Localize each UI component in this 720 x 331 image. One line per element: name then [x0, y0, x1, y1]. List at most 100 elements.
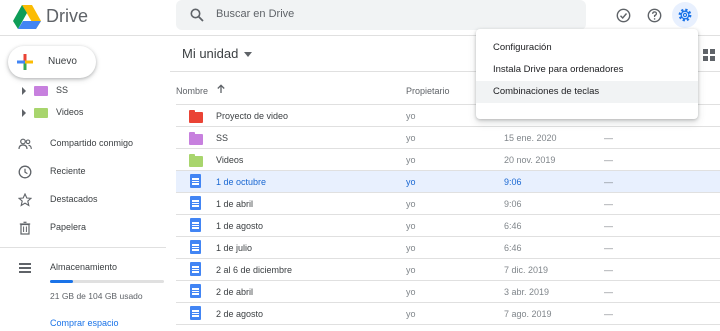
menu-item-install-drive[interactable]: Instala Drive para ordenadores	[476, 59, 698, 81]
grid-view-icon[interactable]	[702, 48, 716, 62]
file-modified: 7 dic. 2019	[504, 265, 549, 275]
file-name: 2 de agosto	[216, 309, 264, 319]
sidebar-item-label: Destacados	[50, 194, 98, 204]
file-owner: yo	[406, 155, 416, 165]
file-modified: 20 nov. 2019	[504, 155, 556, 165]
drive-logo-icon[interactable]	[12, 4, 42, 30]
offline-button[interactable]	[611, 3, 635, 27]
file-name: Proyecto de video	[216, 111, 289, 121]
sidebar-divider	[0, 247, 166, 248]
star-icon	[18, 193, 32, 207]
search-input[interactable]	[216, 8, 516, 20]
sort-up-arrow-icon[interactable]	[216, 84, 226, 94]
doc-icon	[190, 218, 201, 232]
folder-icon	[189, 110, 203, 123]
doc-icon	[190, 174, 201, 188]
sidebar-item-recent[interactable]: Reciente	[0, 161, 166, 183]
sidebar-item-starred[interactable]: Destacados	[0, 189, 166, 211]
doc-icon	[190, 196, 201, 210]
page-title[interactable]: Mi unidad	[182, 46, 238, 61]
settings-menu: Configuración Instala Drive para ordenad…	[476, 29, 698, 119]
tree-item-videos[interactable]: Videos	[0, 102, 166, 124]
file-name: 1 de octubre	[216, 177, 267, 187]
trash-icon	[19, 221, 31, 235]
table-row[interactable]: 2 de abril yo 3 abr. 2019 —	[176, 281, 720, 303]
file-name: Videos	[216, 155, 244, 165]
file-size: —	[604, 155, 613, 165]
file-modified: 7 ago. 2019	[504, 309, 552, 319]
gear-icon	[678, 8, 692, 22]
app-brand[interactable]: Drive	[46, 6, 88, 27]
file-owner: yo	[406, 243, 416, 253]
sidebar-item-shared[interactable]: Compartido conmigo	[0, 133, 166, 155]
folder-icon	[189, 132, 203, 145]
table-row[interactable]: 1 de octubre yo 9:06 —	[176, 171, 720, 193]
table-row[interactable]: 1 de agosto yo 6:46 —	[176, 215, 720, 237]
file-owner: yo	[406, 287, 416, 297]
file-owner: yo	[406, 309, 416, 319]
sidebar-item-storage[interactable]: Almacenamiento	[0, 257, 166, 279]
storage-fill	[50, 280, 73, 283]
table-row[interactable]: 1 de abril yo 9:06 —	[176, 193, 720, 215]
file-size: —	[604, 287, 613, 297]
file-owner: yo	[406, 265, 416, 275]
storage-icon	[19, 263, 31, 273]
sidebar-item-label: Reciente	[50, 166, 86, 176]
file-modified: 6:46	[504, 221, 522, 231]
file-owner: yo	[406, 221, 416, 231]
file-owner: yo	[406, 111, 416, 121]
folder-icon	[34, 86, 48, 96]
doc-icon	[190, 262, 201, 276]
chevron-down-icon[interactable]	[244, 52, 252, 57]
file-name: 2 de abril	[216, 287, 254, 297]
storage-bar	[50, 280, 164, 283]
file-size: —	[604, 265, 613, 275]
storage-usage-text: 21 GB de 104 GB usado	[50, 291, 143, 301]
storage-label: Almacenamiento	[50, 262, 118, 272]
file-name: 1 de julio	[216, 243, 253, 253]
clock-icon	[18, 165, 32, 179]
search-bar[interactable]	[176, 0, 586, 30]
menu-item-keyboard-shortcuts[interactable]: Combinaciones de teclas	[476, 81, 698, 103]
menu-item-settings[interactable]: Configuración	[476, 37, 698, 59]
file-size: —	[604, 309, 613, 319]
settings-button[interactable]	[672, 2, 698, 28]
new-button-label: Nuevo	[48, 56, 77, 67]
column-header-name[interactable]: Nombre	[176, 86, 208, 96]
file-name: 1 de abril	[216, 199, 254, 209]
sidebar-item-label: Papelera	[50, 222, 87, 232]
expand-caret-icon[interactable]	[22, 109, 26, 117]
file-size: —	[604, 177, 613, 187]
sidebar-item-trash[interactable]: Papelera	[0, 217, 166, 239]
buy-storage-link[interactable]: Comprar espacio	[50, 318, 119, 328]
doc-icon	[190, 240, 201, 254]
file-name: 1 de agosto	[216, 221, 264, 231]
file-name: 2 al 6 de diciembre	[216, 265, 293, 275]
table-row[interactable]: Videos yo 20 nov. 2019 —	[176, 149, 720, 171]
file-size: —	[604, 221, 613, 231]
file-owner: yo	[406, 177, 416, 187]
file-modified: 9:06	[504, 177, 522, 187]
help-icon	[647, 8, 661, 22]
search-icon[interactable]	[190, 8, 204, 22]
table-row[interactable]: 2 de agosto yo 7 ago. 2019 —	[176, 303, 720, 325]
column-header-owner[interactable]: Propietario	[406, 86, 450, 96]
file-owner: yo	[406, 133, 416, 143]
file-modified: 3 abr. 2019	[504, 287, 550, 297]
table-row[interactable]: 2 al 6 de diciembre yo 7 dic. 2019 —	[176, 259, 720, 281]
file-size: —	[604, 133, 613, 143]
table-row[interactable]: 1 de julio yo 6:46 —	[176, 237, 720, 259]
table-row[interactable]: SS yo 15 ene. 2020 —	[176, 127, 720, 149]
help-button[interactable]	[642, 3, 666, 27]
tree-item-label: SS	[56, 85, 69, 95]
sidebar-item-label: Compartido conmigo	[50, 138, 134, 148]
tree-item-label: Videos	[56, 107, 84, 117]
file-owner: yo	[406, 199, 416, 209]
file-modified: 6:46	[504, 243, 522, 253]
expand-caret-icon[interactable]	[22, 87, 26, 95]
file-modified: 15 ene. 2020	[504, 133, 557, 143]
offline-check-icon	[616, 8, 630, 22]
doc-icon	[190, 306, 201, 320]
tree-item-ss[interactable]: SS	[0, 80, 166, 102]
new-button[interactable]: Nuevo	[8, 46, 96, 78]
